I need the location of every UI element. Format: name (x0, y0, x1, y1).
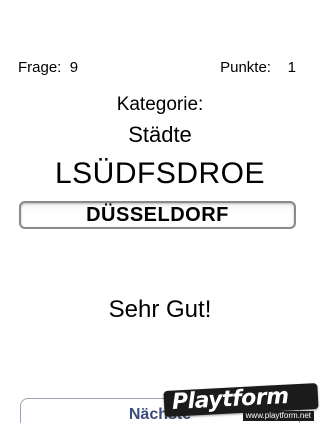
game-screen: Frage: 9 Punkte: 1 Kategorie: Städte LSÜ… (0, 0, 320, 423)
points-label: Punkte: (220, 59, 271, 76)
result-message: Sehr Gut! (108, 296, 212, 323)
scrambled-word: LSÜDFSDROE (54, 157, 266, 190)
question-label: Frage: (18, 59, 62, 76)
category-value: Städte (128, 122, 192, 147)
points-value: 1 (287, 59, 296, 76)
score-counter: Punkte: 1 (220, 59, 296, 77)
answer-field[interactable]: DÜSSELDORF (19, 201, 296, 229)
answer-text: DÜSSELDORF (86, 203, 229, 226)
playtform-watermark-logo: Playtform www.playtform.net (163, 382, 319, 421)
watermark-url: www.playtform.net (242, 411, 314, 421)
question-counter: Frage: 9 (18, 59, 78, 77)
question-number: 9 (69, 59, 79, 76)
category-label: Kategorie: (116, 94, 204, 115)
